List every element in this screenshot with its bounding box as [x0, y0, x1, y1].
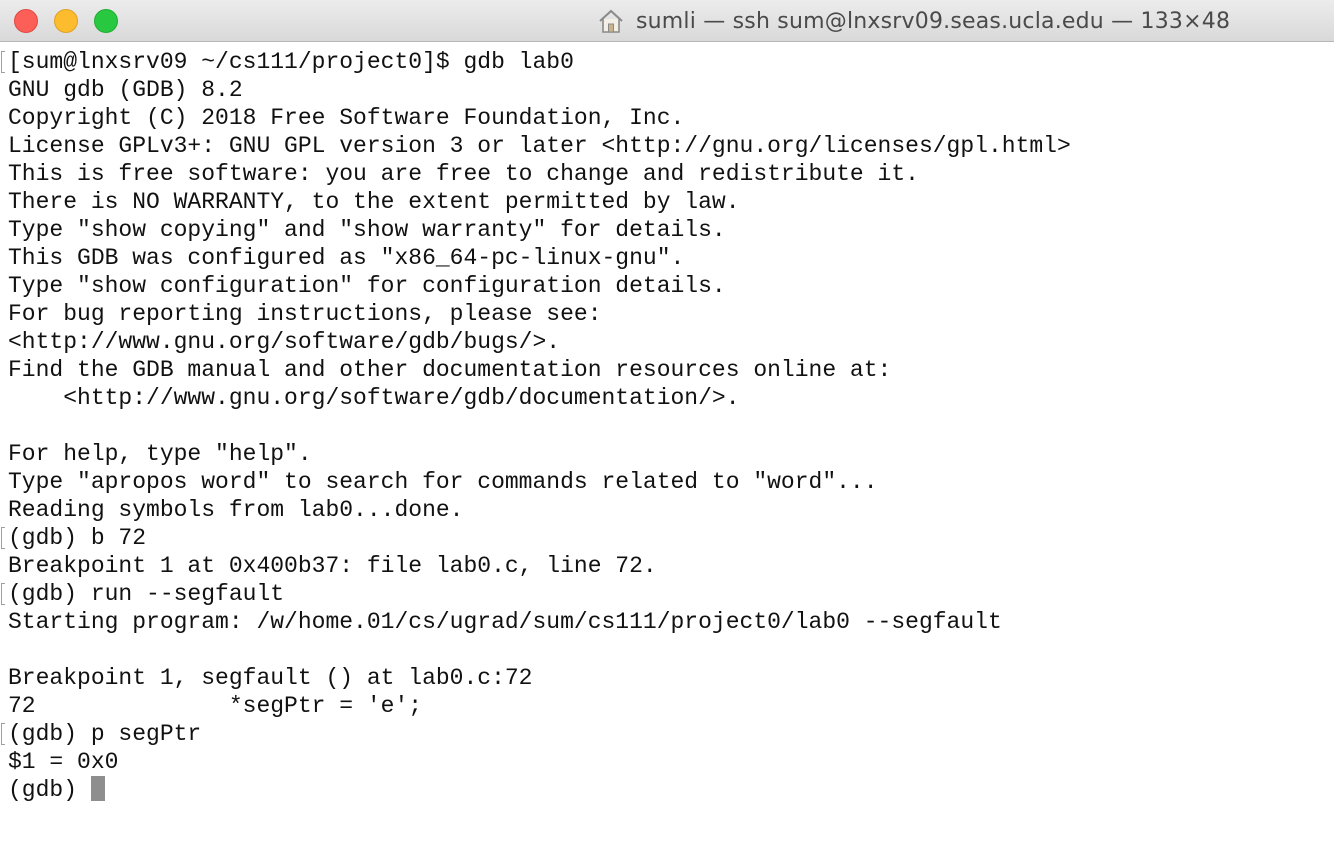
terminal-line: Breakpoint 1 at 0x400b37: file lab0.c, l… — [8, 553, 657, 579]
terminal-line: This is free software: you are free to c… — [8, 161, 919, 187]
terminal-line: Type "show configuration" for configurat… — [8, 273, 726, 299]
terminal-line: License GPLv3+: GNU GPL version 3 or lat… — [8, 133, 1071, 159]
close-button[interactable] — [14, 9, 38, 33]
terminal-line: Find the GDB manual and other documentat… — [8, 357, 892, 383]
terminal-line: This GDB was configured as "x86_64-pc-li… — [8, 245, 685, 271]
terminal-line: For bug reporting instructions, please s… — [8, 301, 602, 327]
terminal-line-prompt: (gdb) b 72 — [0, 524, 1334, 552]
title-bar[interactable]: sumli — ssh sum@lnxsrv09.seas.ucla.edu —… — [0, 0, 1334, 42]
zoom-button[interactable] — [94, 9, 118, 33]
terminal-line-prompt: (gdb) p segPtr — [0, 720, 1334, 748]
window-title: sumli — ssh sum@lnxsrv09.seas.ucla.edu —… — [596, 0, 1230, 42]
terminal-line: Type "apropos word" to search for comman… — [8, 469, 878, 495]
terminal-line: <http://www.gnu.org/software/gdb/bugs/>. — [8, 329, 561, 355]
terminal-line: Breakpoint 1, segfault () at lab0.c:72 — [8, 665, 533, 691]
terminal-line: <http://www.gnu.org/software/gdb/documen… — [8, 385, 740, 411]
terminal-cursor[interactable] — [90, 776, 105, 801]
terminal-line: Copyright (C) 2018 Free Software Foundat… — [8, 105, 685, 131]
terminal-line: Type "show copying" and "show warranty" … — [8, 217, 726, 243]
current-prompt-text: (gdb) — [8, 777, 91, 803]
terminal-line-prompt: [sum@lnxsrv09 ~/cs111/project0]$ gdb lab… — [0, 48, 1334, 76]
terminal-line: Starting program: /w/home.01/cs/ugrad/su… — [8, 609, 1002, 635]
terminal-line: There is NO WARRANTY, to the extent perm… — [8, 189, 740, 215]
terminal-line: Reading symbols from lab0...done. — [8, 497, 464, 523]
terminal-line-prompt: (gdb) run --segfault — [0, 580, 1334, 608]
terminal-line-current-prompt: (gdb) — [0, 776, 1334, 804]
terminal-output[interactable]: [sum@lnxsrv09 ~/cs111/project0]$ gdb lab… — [0, 48, 1334, 864]
terminal-line: For help, type "help". — [8, 441, 312, 467]
terminal-line: GNU gdb (GDB) 8.2 — [8, 77, 243, 103]
terminal-line: 72 *segPtr = 'e'; — [8, 693, 423, 719]
terminal-line: $1 = 0x0 — [8, 749, 119, 775]
window-title-text: sumli — ssh sum@lnxsrv09.seas.ucla.edu —… — [636, 8, 1231, 34]
home-icon — [599, 9, 623, 33]
terminal-window: sumli — ssh sum@lnxsrv09.seas.ucla.edu —… — [0, 0, 1334, 864]
minimize-button[interactable] — [54, 9, 78, 33]
